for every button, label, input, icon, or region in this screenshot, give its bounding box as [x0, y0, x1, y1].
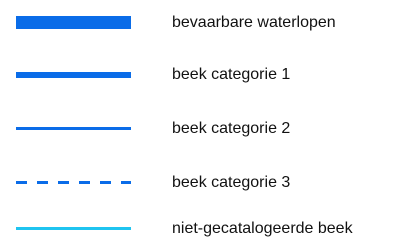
legend-item-label: beek categorie 2	[172, 120, 291, 137]
medium-stream-line-symbol	[16, 72, 131, 78]
legend-item-label: niet-gecatalogeerde beek	[172, 220, 353, 237]
thin-stream-line-symbol	[16, 127, 131, 130]
line-dash	[16, 181, 27, 184]
map-legend: bevaarbare waterlopen beek categorie 1 b…	[0, 0, 405, 244]
line-dash	[121, 181, 131, 184]
line-dash	[100, 181, 111, 184]
legend-item-niet-gecatalogeerde-beek: niet-gecatalogeerde beek	[0, 214, 405, 244]
legend-item-bevaarbare-waterlopen: bevaarbare waterlopen	[0, 8, 405, 38]
uncatalogued-stream-line-symbol	[16, 227, 131, 230]
legend-item-label: bevaarbare waterlopen	[172, 14, 336, 31]
legend-item-beek-categorie-2: beek categorie 2	[0, 114, 405, 144]
dashed-stream-line-symbol	[16, 181, 131, 184]
legend-item-beek-categorie-3: beek categorie 3	[0, 168, 405, 198]
legend-item-label: beek categorie 1	[172, 66, 291, 83]
legend-item-label: beek categorie 3	[172, 174, 291, 191]
line-dash	[58, 181, 69, 184]
line-dash	[37, 181, 48, 184]
thick-waterway-line-symbol	[16, 16, 131, 29]
line-dash	[79, 181, 90, 184]
legend-item-beek-categorie-1: beek categorie 1	[0, 60, 405, 90]
